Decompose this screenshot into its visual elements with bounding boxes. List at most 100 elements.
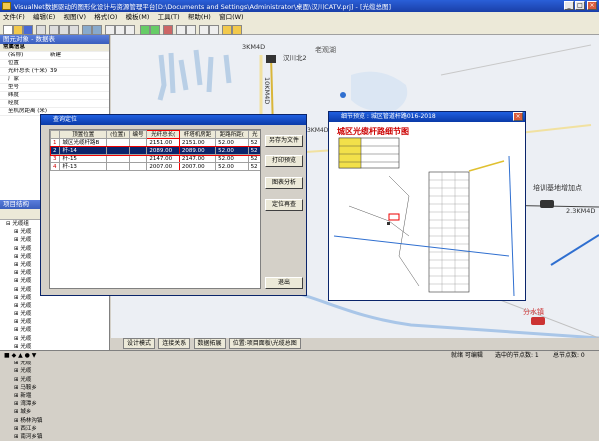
grid-cell <box>128 154 148 163</box>
title-bar: VisualNet数据驱动的图形化设计与资源管理平台[D:\Documents … <box>0 0 599 12</box>
grid-column-header[interactable]: 距路所距( <box>215 130 249 139</box>
export-icon[interactable] <box>232 25 242 35</box>
maximize-button[interactable]: □ <box>575 1 585 10</box>
paste-icon[interactable] <box>69 25 79 35</box>
menu-template[interactable]: 模板(M) <box>123 12 153 23</box>
cut-icon[interactable] <box>49 25 59 35</box>
exit-button[interactable]: 退出 <box>265 277 303 289</box>
table-row[interactable]: 4 杆-13 2007.00 2007.00 52.00 52 <box>50 162 260 171</box>
save-to-file-button[interactable]: 另存为文件 <box>265 135 303 147</box>
property-row[interactable]: 光纤总长 (千米) 39 <box>0 68 109 76</box>
close-button[interactable]: × <box>587 1 597 10</box>
tree-item[interactable]: ⊞ 光缆 <box>6 376 109 384</box>
tab-connections[interactable]: 连接关系 <box>158 338 191 349</box>
preview-close-button[interactable]: × <box>513 112 523 121</box>
tree-item-label: 光缆 <box>20 261 32 268</box>
copy-icon[interactable] <box>59 25 69 35</box>
pointer-icon[interactable] <box>105 25 115 35</box>
menu-help[interactable]: 帮助(H) <box>185 12 214 23</box>
grid-cell: 2151.00 <box>178 138 217 147</box>
group-icon[interactable] <box>186 25 196 35</box>
tab-design-mode[interactable]: 设计模式 <box>123 338 156 349</box>
grid-icon[interactable] <box>209 25 219 35</box>
grid-cell: 2007.00 <box>146 162 180 171</box>
start-icon[interactable]: ■ ◆ ▲ ● ▼ <box>4 351 36 361</box>
tree-item[interactable]: ⊞ 西江乡 <box>6 425 109 433</box>
tree-item[interactable]: ⊞ 光缆 <box>6 326 109 334</box>
text-tool-icon[interactable] <box>115 25 125 35</box>
property-group[interactable]: 常属信息 <box>0 44 109 52</box>
grid-cell <box>128 138 148 147</box>
table-row[interactable]: 1 城区光缆杆路B 2151.00 2151.00 52.00 52 <box>50 138 260 147</box>
grid-cell: 52 <box>247 138 260 147</box>
report-icon[interactable] <box>222 25 232 35</box>
status-total: 总节点数: 0 <box>553 352 585 359</box>
zoom-out-icon[interactable] <box>150 25 160 35</box>
menu-edit[interactable]: 编辑(E) <box>30 12 58 23</box>
undo-icon[interactable] <box>82 25 92 35</box>
find-icon[interactable] <box>163 25 173 35</box>
grid-column-header[interactable]: 顶置位置 <box>59 130 107 139</box>
property-name: 位置 <box>8 60 20 66</box>
grid-cell: 2007.00 <box>178 162 217 171</box>
save-icon[interactable] <box>23 25 33 35</box>
tree-item[interactable]: ⊞ 光缆 <box>6 310 109 318</box>
menu-format[interactable]: 格式(O) <box>91 12 120 23</box>
property-row[interactable]: 位置 <box>0 60 109 68</box>
property-row[interactable]: 纬度 <box>0 92 109 100</box>
grid-column-header[interactable]: (位置) <box>105 130 130 139</box>
tree-item-label: 光缆 <box>20 245 32 252</box>
menu-window[interactable]: 窗口(W) <box>216 12 247 23</box>
tree-item[interactable]: ⊞ 南河乡镇 <box>6 433 109 441</box>
open-icon[interactable] <box>13 25 23 35</box>
print-icon[interactable] <box>36 25 46 35</box>
locate-requery-button[interactable]: 定位再查 <box>265 199 303 211</box>
menu-tools[interactable]: 工具(T) <box>155 12 183 23</box>
new-icon[interactable] <box>3 25 13 35</box>
tree-item[interactable]: ⊞ 光缆 <box>6 318 109 326</box>
property-row[interactable]: 型号 <box>0 84 109 92</box>
tab-data-extension[interactable]: 数据拓展 <box>193 338 226 349</box>
zoom-in-icon[interactable] <box>140 25 150 35</box>
minimize-button[interactable]: _ <box>564 1 574 10</box>
redo-icon[interactable] <box>92 25 102 35</box>
query-dialog-titlebar[interactable]: 查询定位 <box>41 115 306 125</box>
menu-view[interactable]: 视图(V) <box>60 12 89 23</box>
tree-item[interactable]: ⊞ 马鞍乡 <box>6 384 109 392</box>
tree-item-label: 光缆 <box>20 270 32 277</box>
preview-title: 细节预览 : 城区管道杆路016-2018 <box>341 113 436 120</box>
map-label: 培训基地增加点 <box>533 184 582 192</box>
layer-icon[interactable] <box>199 25 209 35</box>
table-row[interactable]: 3 杆-15 2147.00 2147.00 52.00 52 <box>50 154 260 163</box>
preview-titlebar[interactable]: 细节预览 : 城区管道杆路016-2018 × <box>329 112 525 122</box>
property-name: 厂家 <box>8 76 20 82</box>
tree-item-label: 西江乡 <box>20 425 37 432</box>
grid-column-header[interactable]: 光 <box>247 130 260 139</box>
tree-item[interactable]: ⊞ 城乡 <box>6 408 109 416</box>
table-row[interactable]: 2 杆-14 2089.00 2089.00 52.00 52 <box>50 145 260 156</box>
property-row[interactable]: 经度 <box>0 100 109 108</box>
tree-item[interactable]: ⊞ 光缆 <box>6 335 109 343</box>
grid-column-header[interactable]: 光纤总长( <box>146 130 180 139</box>
property-value[interactable]: 新建 <box>50 52 61 58</box>
property-row[interactable]: (名称) 新建 <box>0 52 109 60</box>
property-row[interactable]: 厂家 <box>0 76 109 84</box>
menu-file[interactable]: 文件(F) <box>0 12 28 23</box>
tree-item[interactable]: ⊞ 光缆 <box>6 367 109 375</box>
status-selected: 选中的节点数: 1 <box>495 352 539 359</box>
grid-column-header[interactable] <box>50 130 61 139</box>
align-icon[interactable] <box>176 25 186 35</box>
grid-cell: 52.00 <box>215 138 249 147</box>
chart-analysis-button[interactable]: 图表分析 <box>265 177 303 189</box>
grid-column-header[interactable]: 编号 <box>128 130 148 139</box>
map-label: 老观湖 <box>315 46 336 54</box>
tree-item[interactable]: ⊞ 杨林沟镇 <box>6 417 109 425</box>
tree-item[interactable]: ⊞ 新堰 <box>6 392 109 400</box>
line-tool-icon[interactable] <box>125 25 135 35</box>
print-preview-button[interactable]: 打印预览 <box>265 155 303 167</box>
tree-item[interactable]: ⊞ 光缆 <box>6 302 109 310</box>
tree-item[interactable]: ⊞ 湾潭乡 <box>6 400 109 408</box>
property-value[interactable]: 39 <box>50 68 57 74</box>
result-grid[interactable]: 顶置位置 (位置) 编号 光纤总长(杆塔机房距 距路所距(光 1 城区光缆杆路B 2151.0… <box>49 129 261 289</box>
grid-column-header[interactable]: 杆塔机房距 <box>178 130 217 139</box>
